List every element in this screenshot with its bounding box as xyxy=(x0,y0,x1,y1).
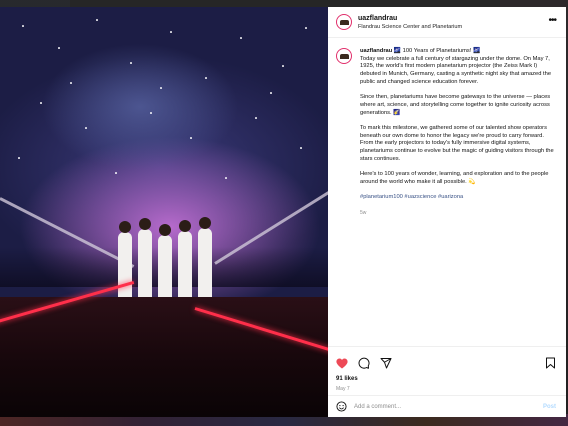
caption-area: uazflandrau 🌌 100 Years of Planetariums!… xyxy=(328,38,566,338)
heart-icon[interactable] xyxy=(336,358,348,369)
caption-timestamp: 5w xyxy=(360,209,367,216)
photo-floor xyxy=(0,297,328,417)
person xyxy=(118,221,132,316)
comment-icon[interactable] xyxy=(358,357,370,369)
like-count[interactable]: 91 likes xyxy=(336,376,358,382)
caption-paragraph: To mark this milestone, we gathered some… xyxy=(360,125,554,162)
emoji-icon[interactable] xyxy=(336,401,347,412)
more-icon[interactable]: ••• xyxy=(548,15,556,26)
person xyxy=(138,218,152,313)
caption-hashtags[interactable]: #planetarium100 #uazscience #uarizona xyxy=(360,194,556,202)
avatar[interactable] xyxy=(336,14,352,30)
comment-bar: Add a comment... Post xyxy=(328,395,566,418)
avatar[interactable] xyxy=(336,48,352,64)
bookmark-icon[interactable] xyxy=(545,357,556,369)
caption-paragraph: Today we celebrate a full century of sta… xyxy=(360,55,552,85)
post-sidebar: uazflandrau Flandrau Science Center and … xyxy=(328,7,566,417)
post-header: uazflandrau Flandrau Science Center and … xyxy=(328,7,566,38)
post-photo[interactable] xyxy=(0,7,328,417)
header-username[interactable]: uazflandrau xyxy=(358,14,462,23)
share-icon[interactable] xyxy=(380,357,392,369)
post-date: May 7 xyxy=(336,386,350,392)
header-location[interactable]: Flandrau Science Center and Planetarium xyxy=(358,23,462,31)
caption-headline: 🌌 100 Years of Planetariums! 🌌 xyxy=(393,48,481,54)
person xyxy=(178,220,192,315)
caption-username[interactable]: uazflandrau xyxy=(360,48,392,54)
caption-paragraph: Since then, planetariums have become gat… xyxy=(360,94,551,116)
post-actions: 91 likes May 7 Add a comment... Post xyxy=(328,346,566,417)
caption: uazflandrau 🌌 100 Years of Planetariums!… xyxy=(360,48,556,217)
person xyxy=(198,217,212,312)
post-comment-button[interactable]: Post xyxy=(543,404,556,410)
post-modal: uazflandrau Flandrau Science Center and … xyxy=(0,7,566,417)
caption-paragraph: Here's to 100 years of wonder, learning,… xyxy=(360,171,549,185)
comment-input[interactable]: Add a comment... xyxy=(354,404,401,410)
